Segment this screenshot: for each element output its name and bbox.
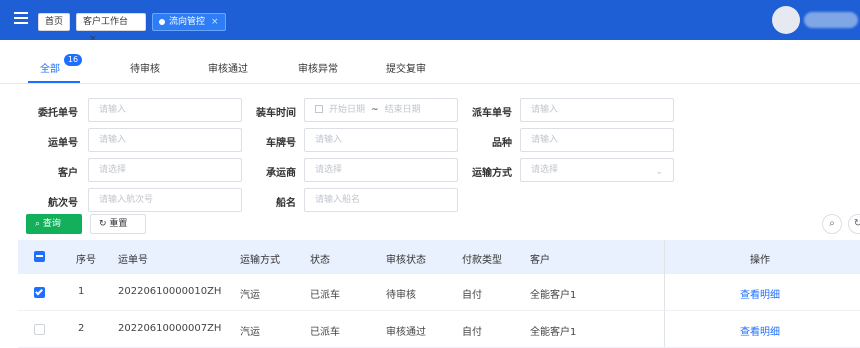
tab-flow-control[interactable]: 流向管控 × [152, 13, 226, 31]
reset-label: 重置 [109, 219, 128, 229]
waybill-no-label: 运单号 [48, 138, 78, 149]
top-bar: 首页 客户工作台× 流向管控 × [0, 0, 860, 44]
transport-select[interactable]: 请选择 ⌄ [520, 158, 674, 182]
col-operation: 操作 [750, 255, 770, 266]
tab-flow-control-label: 流向管控 [169, 17, 206, 27]
tab-resubmit-label: 提交复审 [386, 64, 426, 75]
cell-waybill: 20220610000010ZH [118, 286, 222, 297]
query-button[interactable]: ⌕ 查询 [26, 214, 82, 234]
col-waybill: 运单号 [118, 255, 148, 266]
cell-audit: 待审核 [386, 290, 416, 301]
entrust-no-label: 委托单号 [38, 108, 78, 119]
load-time-range[interactable]: 开始日期 ~ 结束日期 [304, 98, 458, 122]
column-divider [664, 274, 665, 310]
variety-input[interactable]: 请输入 [520, 128, 674, 152]
tab-approved-label: 审核通过 [208, 64, 248, 75]
table-row[interactable]: 2 20220610000007ZH 汽运 已派车 审核通过 自付 全能客户1 … [18, 311, 860, 348]
customer-label: 客户 [58, 168, 78, 179]
count-badge: 16 [64, 54, 82, 66]
cell-pay: 自付 [462, 327, 482, 338]
carrier-select[interactable]: 请选择 [304, 158, 458, 182]
cell-audit: 审核通过 [386, 327, 426, 338]
search-icon[interactable]: ⌕ [822, 214, 842, 234]
plate-no-label: 车牌号 [266, 138, 296, 149]
cell-transport: 汽运 [240, 290, 260, 301]
calendar-icon [315, 105, 323, 113]
table-row[interactable]: 1 20220610000010ZH 汽运 已派车 待审核 自付 全能客户1 查… [18, 274, 860, 311]
user-name-blurred[interactable] [804, 12, 858, 28]
tab-pending-label: 待审核 [130, 64, 160, 75]
date-separator: ~ [371, 105, 379, 115]
row-checkbox[interactable] [34, 324, 45, 335]
query-label: 查询 [42, 219, 61, 229]
cell-customer: 全能客户1 [530, 290, 577, 301]
load-time-label: 装车时间 [256, 108, 296, 119]
ship-name-input[interactable]: 请输入船名 [304, 188, 458, 212]
dispatch-no-input[interactable]: 请输入 [520, 98, 674, 122]
voyage-no-input[interactable]: 请输入航次号 [88, 188, 242, 212]
start-date-placeholder: 开始日期 [329, 105, 366, 115]
col-pay: 付款类型 [462, 255, 502, 266]
end-date-placeholder: 结束日期 [384, 105, 421, 115]
view-detail-link[interactable]: 查看明细 [740, 323, 780, 338]
refresh-icon: ↻ [99, 219, 110, 229]
avatar[interactable] [772, 6, 800, 34]
select-all-checkbox[interactable] [34, 251, 45, 262]
row-checkbox[interactable] [34, 287, 45, 298]
col-customer: 客户 [530, 255, 550, 266]
search-icon: ⌕ [35, 219, 43, 229]
cell-waybill: 20220610000007ZH [118, 323, 222, 334]
voyage-no-label: 航次号 [48, 198, 78, 209]
dispatch-no-label: 派车单号 [472, 108, 512, 119]
transport-placeholder: 请选择 [531, 165, 559, 175]
column-divider [664, 311, 665, 347]
active-tab-indicator [28, 81, 80, 83]
col-index: 序号 [76, 255, 96, 266]
plate-no-input[interactable]: 请输入 [304, 128, 458, 152]
menu-icon[interactable] [14, 12, 28, 26]
tab-abnormal-label: 审核异常 [298, 64, 338, 75]
tab-pending[interactable]: 待审核 [130, 60, 160, 75]
table-header: 序号 运单号 运输方式 状态 审核状态 付款类型 客户 操作 [18, 240, 860, 274]
cell-status: 已派车 [310, 290, 340, 301]
tab-home[interactable]: 首页 [38, 13, 70, 31]
cell-index: 1 [78, 286, 85, 297]
cell-customer: 全能客户1 [530, 327, 577, 338]
active-dot-icon [159, 18, 165, 25]
status-tabs: 全部 16 待审核 审核通过 审核异常 提交复审 [0, 40, 860, 84]
reset-button[interactable]: ↻ 重置 [90, 214, 146, 234]
close-icon[interactable]: × [211, 17, 219, 27]
col-audit: 审核状态 [386, 255, 426, 266]
cell-status: 已派车 [310, 327, 340, 338]
cell-transport: 汽运 [240, 327, 260, 338]
tab-approved[interactable]: 审核通过 [208, 60, 248, 75]
entrust-no-input[interactable]: 请输入 [88, 98, 242, 122]
variety-label: 品种 [492, 138, 512, 149]
ship-name-label: 船名 [276, 198, 296, 209]
tab-all-label: 全部 [40, 64, 60, 75]
tab-resubmit[interactable]: 提交复审 [386, 60, 426, 75]
view-detail-link[interactable]: 查看明细 [740, 286, 780, 301]
customer-select[interactable]: 请选择 [88, 158, 242, 182]
transport-label: 运输方式 [472, 168, 512, 179]
column-divider [664, 240, 665, 274]
cell-pay: 自付 [462, 290, 482, 301]
refresh-icon[interactable]: ↻ [848, 214, 860, 234]
chevron-down-icon: ⌄ [655, 167, 663, 177]
carrier-label: 承运商 [266, 168, 296, 179]
main-panel: 全部 16 待审核 审核通过 审核异常 提交复审 委托单号 请输入 装车时间 开… [0, 40, 860, 348]
tab-home-label: 首页 [45, 17, 64, 27]
tab-abnormal[interactable]: 审核异常 [298, 60, 338, 75]
tab-all[interactable]: 全部 [40, 60, 60, 75]
waybill-no-input[interactable]: 请输入 [88, 128, 242, 152]
col-transport: 运输方式 [240, 255, 280, 266]
cell-index: 2 [78, 323, 85, 334]
col-status: 状态 [310, 255, 330, 266]
tab-customer-workbench-label: 客户工作台 [83, 17, 129, 27]
tab-customer-workbench[interactable]: 客户工作台× [76, 13, 146, 44]
